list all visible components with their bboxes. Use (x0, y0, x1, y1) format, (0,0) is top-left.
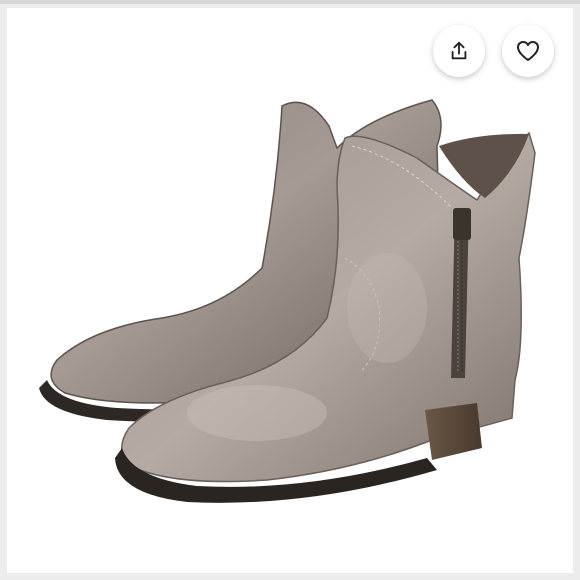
ankle-boot-photo (39, 99, 536, 503)
share-button[interactable] (433, 25, 485, 77)
product-photo[interactable] (7, 8, 573, 573)
like-button[interactable] (502, 25, 554, 77)
share-upload-icon (451, 41, 467, 60)
heart-outline-icon (517, 41, 539, 61)
top-divider (0, 0, 580, 4)
listing-photo-view (0, 0, 580, 580)
